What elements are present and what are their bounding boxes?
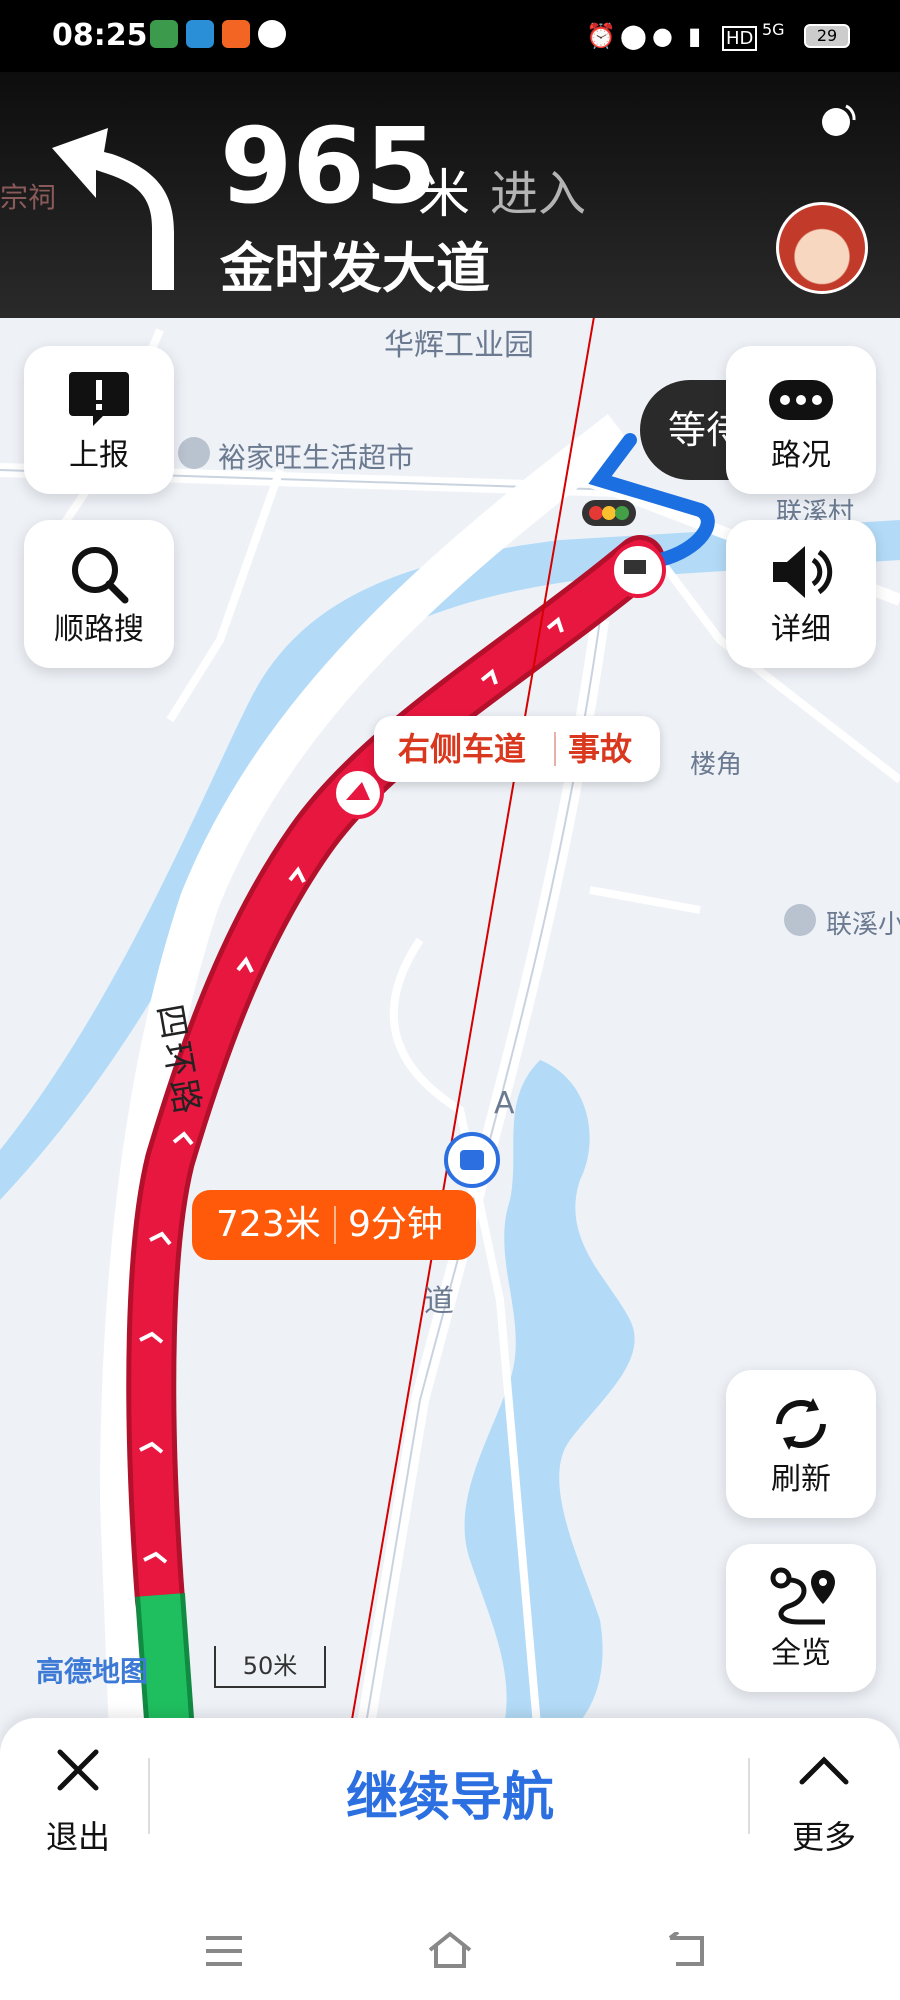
route-info-callout[interactable]: 723米 9分钟 <box>192 1190 476 1260</box>
alarm-icon: ⏰ <box>586 22 616 50</box>
refresh-label: 刷新 <box>771 1462 831 1497</box>
battery-icon: 29 <box>804 24 850 48</box>
app-notification-icon-2 <box>222 20 250 48</box>
route-divider <box>334 1206 336 1244</box>
detail-button[interactable]: 详细 <box>726 520 876 668</box>
hd-icon: HD <box>722 26 758 51</box>
divider-right <box>748 1758 750 1834</box>
incident-divider <box>554 732 556 766</box>
label-industrial-park: 华辉工业园 <box>384 328 534 363</box>
overview-label: 全览 <box>771 1636 831 1671</box>
label-loujiao: 楼角 <box>690 750 743 780</box>
overview-button[interactable]: 全览 <box>726 1544 876 1692</box>
distance-unit: 米 <box>418 165 471 225</box>
route-time: 9分钟 <box>348 1204 443 1245</box>
label-road-a: A <box>494 1086 515 1121</box>
school-pin-icon <box>784 904 816 936</box>
traffic-button[interactable]: 路况 <box>726 346 876 494</box>
navigation-header: 宗祠 965 米 进入 金时发大道 <box>0 72 900 318</box>
amap-logo: 高德地图 <box>36 1655 149 1688</box>
report-icon <box>69 372 129 426</box>
label-lianxi-school: 联溪小 <box>826 910 900 940</box>
location-icon: ⬤ <box>620 22 647 50</box>
scale-bar: 50米 <box>214 1646 326 1688</box>
search-icon <box>72 547 129 604</box>
exit-label: 退出 <box>45 1818 110 1856</box>
label-supermarket: 裕家旺生活超市 <box>218 441 415 474</box>
incident-lane: 右侧车道 <box>398 730 527 768</box>
more-button[interactable]: 更多 <box>776 1746 872 1856</box>
divider-left <box>148 1758 150 1834</box>
incident-callout[interactable]: 右侧车道 事故 <box>374 716 660 782</box>
back-icon[interactable] <box>664 1932 708 1970</box>
turn-left-arrow-icon <box>52 128 174 290</box>
shop-pin-icon <box>178 437 210 469</box>
refresh-icon <box>776 1398 826 1450</box>
close-icon <box>57 1749 99 1791</box>
search-along-label: 顺路搜 <box>54 612 144 647</box>
detail-label: 详细 <box>771 612 831 647</box>
play-icon <box>258 20 286 48</box>
refresh-button[interactable]: 刷新 <box>726 1370 876 1518</box>
distance-value: 965 <box>220 105 438 227</box>
route-distance: 723米 <box>216 1204 321 1245</box>
status-time: 08:25 <box>52 18 148 53</box>
continue-navigation-button[interactable]: 继续导航 <box>160 1748 740 1848</box>
turn-action: 进入 <box>490 166 587 222</box>
overview-route-icon <box>770 1567 835 1625</box>
report-label: 上报 <box>69 438 129 473</box>
menu-icon[interactable] <box>204 1934 244 1968</box>
exit-button[interactable]: 退出 <box>30 1746 126 1856</box>
home-icon[interactable] <box>426 1930 474 1970</box>
signal-icon: 5G <box>762 20 785 39</box>
system-navigation-bar <box>0 1908 900 2000</box>
more-dots-icon <box>769 380 833 420</box>
app-notification-icon <box>150 20 178 48</box>
more-label: 更多 <box>791 1818 856 1856</box>
incident-type: 事故 <box>568 730 633 768</box>
speaker-icon <box>773 546 833 598</box>
voice-broadcast-icon[interactable] <box>818 100 858 140</box>
search-along-button[interactable]: 顺路搜 <box>24 520 174 668</box>
telegram-icon <box>186 20 214 48</box>
traffic-label: 路况 <box>771 438 831 473</box>
vibrate-icon: ▮ <box>688 22 702 50</box>
mic-icon: ● <box>652 22 673 50</box>
road-name: 金时发大道 <box>220 237 490 300</box>
status-bar: 08:25 ⏰ ⬤ ● ▮ HD 5G 29 <box>0 0 900 72</box>
avatar[interactable] <box>776 202 868 294</box>
label-road-dao: 道 <box>424 1284 454 1319</box>
chevron-up-icon <box>799 1756 849 1785</box>
report-button[interactable]: 上报 <box>24 346 174 494</box>
label-left-partial: 宗祠 <box>0 181 57 214</box>
bottom-action-bar: 退出 继续导航 更多 <box>0 1718 900 1908</box>
